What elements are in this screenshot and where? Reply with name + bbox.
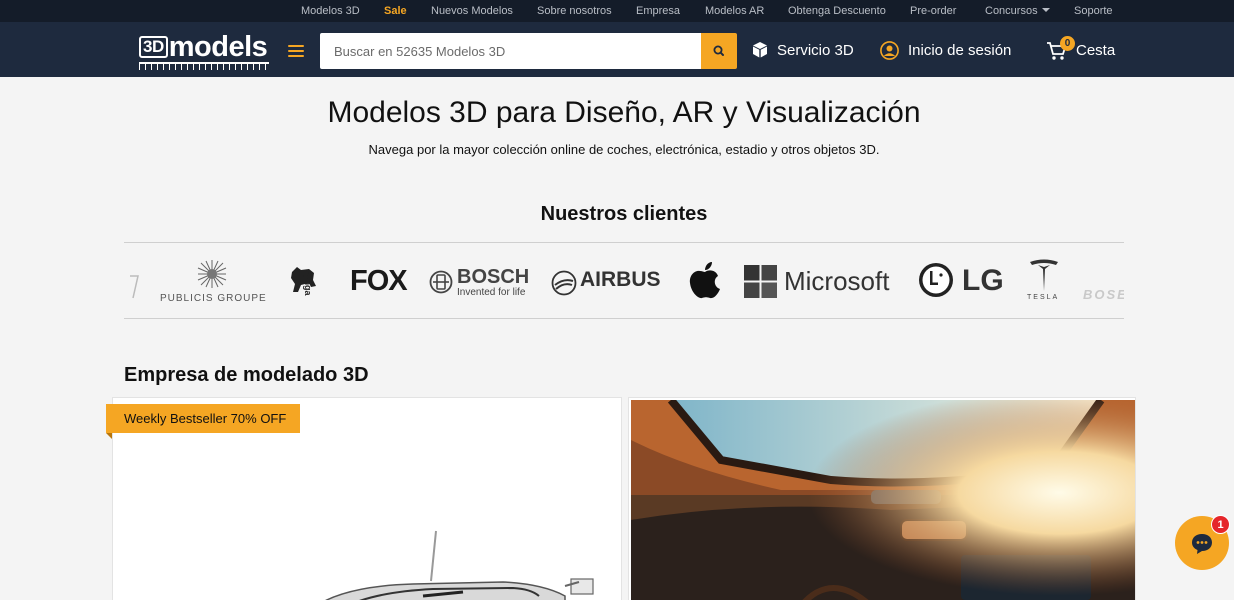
search-button[interactable] xyxy=(701,33,737,69)
topnav-sobre-nosotros[interactable]: Sobre nosotros xyxy=(537,5,612,17)
chat-unread-badge: 1 xyxy=(1211,515,1230,534)
main-header: 3Dmodels Servicio 3D Inicio de sesión 0 … xyxy=(0,22,1234,77)
bosch-armature-icon xyxy=(429,270,453,294)
apple-logo-icon xyxy=(689,262,720,299)
logo-text: models xyxy=(168,31,268,63)
bestseller-ribbon: Weekly Bestseller 70% OFF xyxy=(106,404,300,433)
race-car-image xyxy=(324,530,594,600)
divider xyxy=(124,318,1124,319)
top-navigation-bar: Modelos 3D Sale Nuevos Modelos Sobre nos… xyxy=(0,0,1234,22)
topnav-nuevos-modelos[interactable]: Nuevos Modelos xyxy=(431,5,513,17)
cart-count-badge: 0 xyxy=(1060,36,1075,51)
login-link[interactable]: Inicio de sesión xyxy=(908,42,1011,59)
topnav-soporte[interactable]: Soporte xyxy=(1074,5,1113,17)
ribbon-fold xyxy=(106,433,112,439)
chevron-down-icon xyxy=(1041,8,1050,12)
topnav-sale[interactable]: Sale xyxy=(384,5,407,17)
service-3d-link[interactable]: Servicio 3D xyxy=(777,42,854,59)
topnav-modelos-ar[interactable]: Modelos AR xyxy=(705,5,764,17)
partial-logo-icon xyxy=(130,275,139,299)
car-interior-image xyxy=(631,397,1135,600)
logo-ruler xyxy=(139,62,269,70)
topnav-obtenga-descuento[interactable]: Obtenga Descuento xyxy=(788,5,886,17)
topnav-concursos[interactable]: Concursos xyxy=(985,5,1050,17)
lg-logo-text: LG xyxy=(962,264,1004,297)
search-input[interactable] xyxy=(320,33,701,69)
cart-link[interactable]: Cesta xyxy=(1076,42,1115,59)
publicis-logo-text: PUBLICIS GROUPE xyxy=(160,293,267,304)
bose-logo-text: BOSE xyxy=(1083,287,1124,302)
search-icon xyxy=(713,45,724,56)
tesla-logo-icon xyxy=(1030,259,1058,291)
fox-logo: FOX xyxy=(350,265,408,297)
clients-heading: Nuestros clientes xyxy=(540,203,708,225)
user-icon xyxy=(880,41,899,60)
topnav-concursos-label: Concursos xyxy=(985,5,1038,17)
hamburger-menu-icon[interactable] xyxy=(288,45,304,57)
divider xyxy=(124,242,1124,243)
microsoft-logo-text: Microsoft xyxy=(784,266,890,296)
site-logo[interactable]: 3D models xyxy=(139,32,269,70)
page-subtitle: Navega por la mayor colección online de … xyxy=(368,142,880,157)
logo-3d-box: 3D xyxy=(139,36,168,58)
lg-logo-icon xyxy=(919,263,953,297)
bosch-tagline: Invented for life xyxy=(457,287,526,298)
chat-bubble-icon xyxy=(1192,534,1212,554)
topnav-empresa[interactable]: Empresa xyxy=(636,5,680,17)
cube-icon xyxy=(753,42,767,58)
section-heading: Empresa de modelado 3D xyxy=(124,364,369,386)
product-card[interactable] xyxy=(628,397,1136,600)
tesla-logo-text: TESLA xyxy=(1027,294,1060,301)
microsoft-logo-icon xyxy=(744,265,777,298)
airbus-logo-text: AIRBUS xyxy=(580,268,661,291)
topnav-modelos-3d[interactable]: Modelos 3D xyxy=(301,5,360,17)
airbus-icon xyxy=(551,270,577,296)
publicis-lion-icon xyxy=(197,260,227,288)
logo-wordmark: 3D models xyxy=(139,31,268,63)
zynga-logo-text: zynga xyxy=(303,270,313,296)
topnav-pre-order[interactable]: Pre-order xyxy=(910,5,956,17)
page-title: Modelos 3D para Diseño, AR y Visualizaci… xyxy=(327,96,921,129)
bosch-logo-text: BOSCH xyxy=(457,266,530,288)
